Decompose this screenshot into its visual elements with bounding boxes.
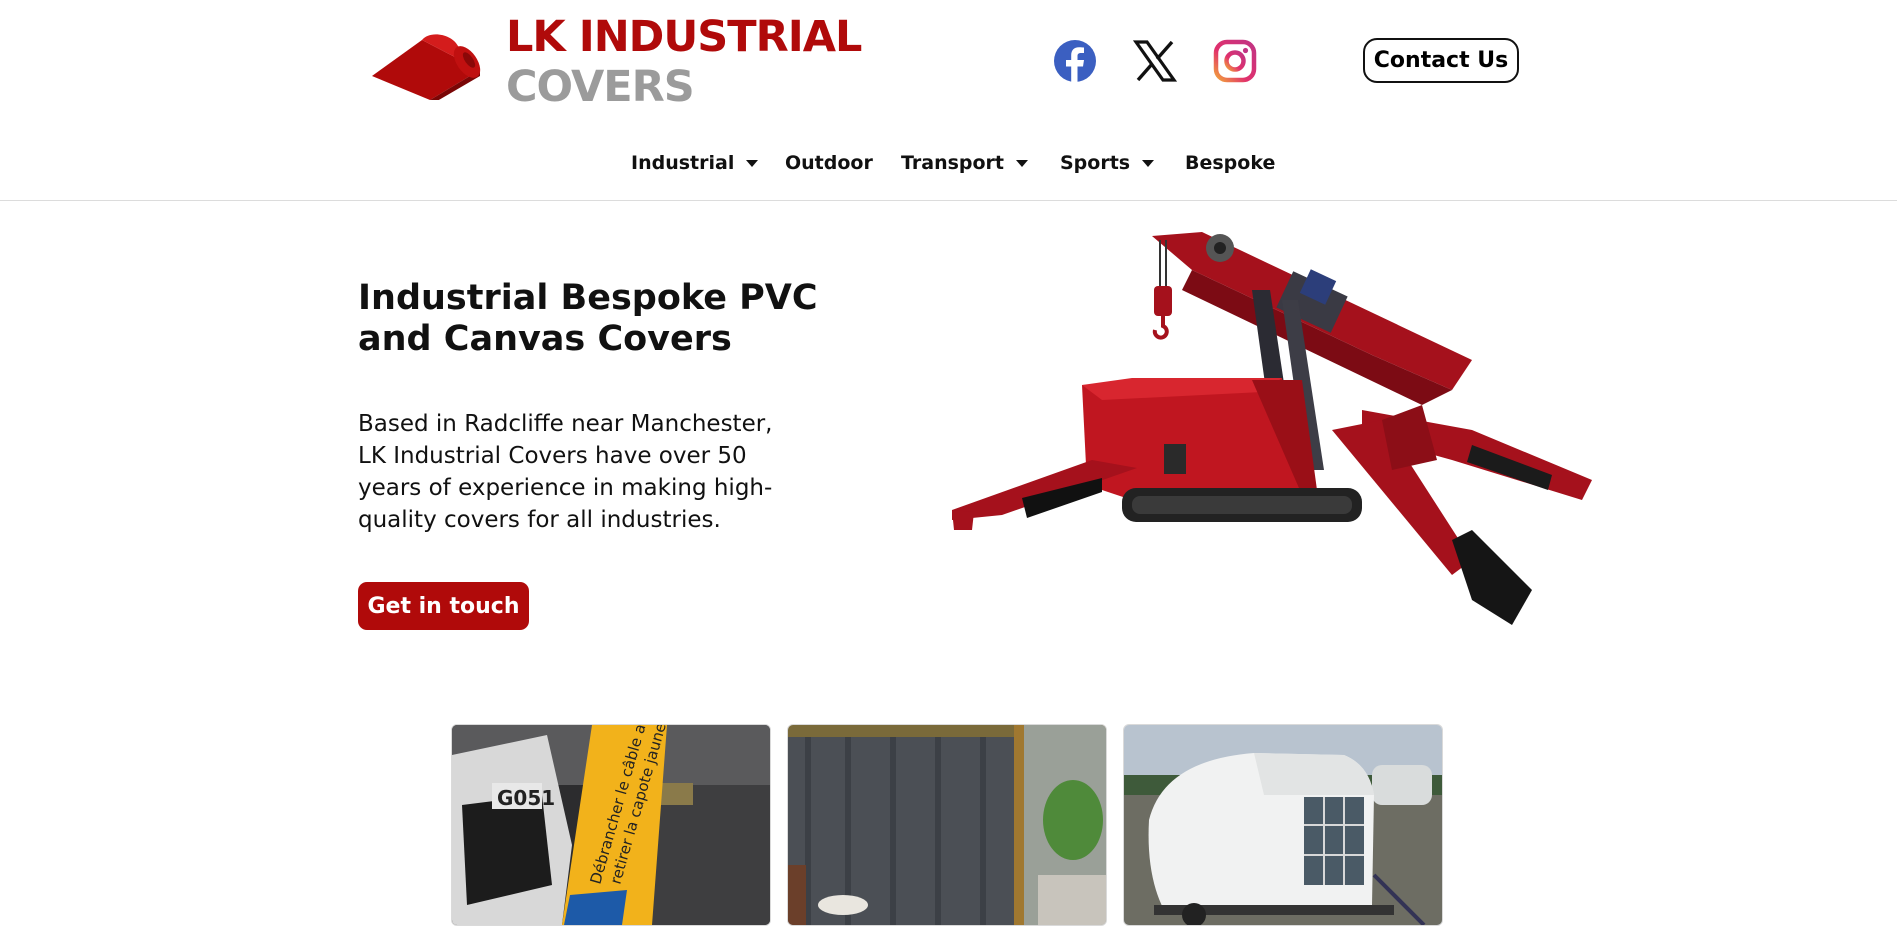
gallery-image-curtain <box>788 725 1106 925</box>
logo-roll-icon <box>372 34 481 100</box>
hero-title: Industrial Bespoke PVC and Canvas Covers <box>358 278 818 359</box>
nav-item-sports[interactable]: Sports <box>1060 148 1155 178</box>
gallery-image-trailer-cover <box>1124 725 1442 925</box>
gallery-image-cable-cover: G051 Débrancher le câble avant retirer l… <box>452 725 770 925</box>
caret-down-icon <box>1016 159 1029 167</box>
instagram-icon[interactable] <box>1213 39 1257 83</box>
nav-item-bespoke[interactable]: Bespoke <box>1185 148 1275 178</box>
hero-description: Based in Radcliffe near Manchester, LK I… <box>358 411 773 533</box>
caret-down-icon <box>746 159 759 167</box>
main-nav: Industrial Outdoor Transport Sports Besp… <box>0 148 1897 178</box>
facebook-icon[interactable] <box>1053 39 1097 83</box>
nav-item-label: Bespoke <box>1185 152 1276 174</box>
get-in-touch-button[interactable]: Get in touch <box>358 582 529 630</box>
hero-crane-image <box>952 232 1592 625</box>
caret-down-icon <box>1142 159 1155 167</box>
vehicle-tag: G051 <box>497 786 555 810</box>
logo-text-line2: COVERS <box>506 62 695 112</box>
nav-item-label: Outdoor <box>785 152 873 174</box>
contact-us-button[interactable]: Contact Us <box>1363 38 1519 83</box>
x-twitter-icon[interactable] <box>1133 39 1177 83</box>
nav-item-industrial[interactable]: Industrial <box>631 148 759 178</box>
gallery-card[interactable]: G051 Débrancher le câble avant retirer l… <box>451 724 771 926</box>
nav-item-outdoor[interactable]: Outdoor <box>785 148 873 178</box>
nav-item-label: Transport <box>901 152 1005 174</box>
nav-item-transport[interactable]: Transport <box>901 148 1029 178</box>
gallery-card[interactable] <box>1123 724 1443 926</box>
nav-item-label: Industrial <box>631 152 735 174</box>
gallery-card[interactable] <box>787 724 1107 926</box>
logo-text-line1: LK INDUSTRIAL <box>506 12 862 62</box>
site-header: LK INDUSTRIAL COVERS Contact Us Industri… <box>0 0 1897 201</box>
nav-item-label: Sports <box>1060 152 1131 174</box>
site-logo[interactable]: LK INDUSTRIAL COVERS <box>370 10 862 112</box>
